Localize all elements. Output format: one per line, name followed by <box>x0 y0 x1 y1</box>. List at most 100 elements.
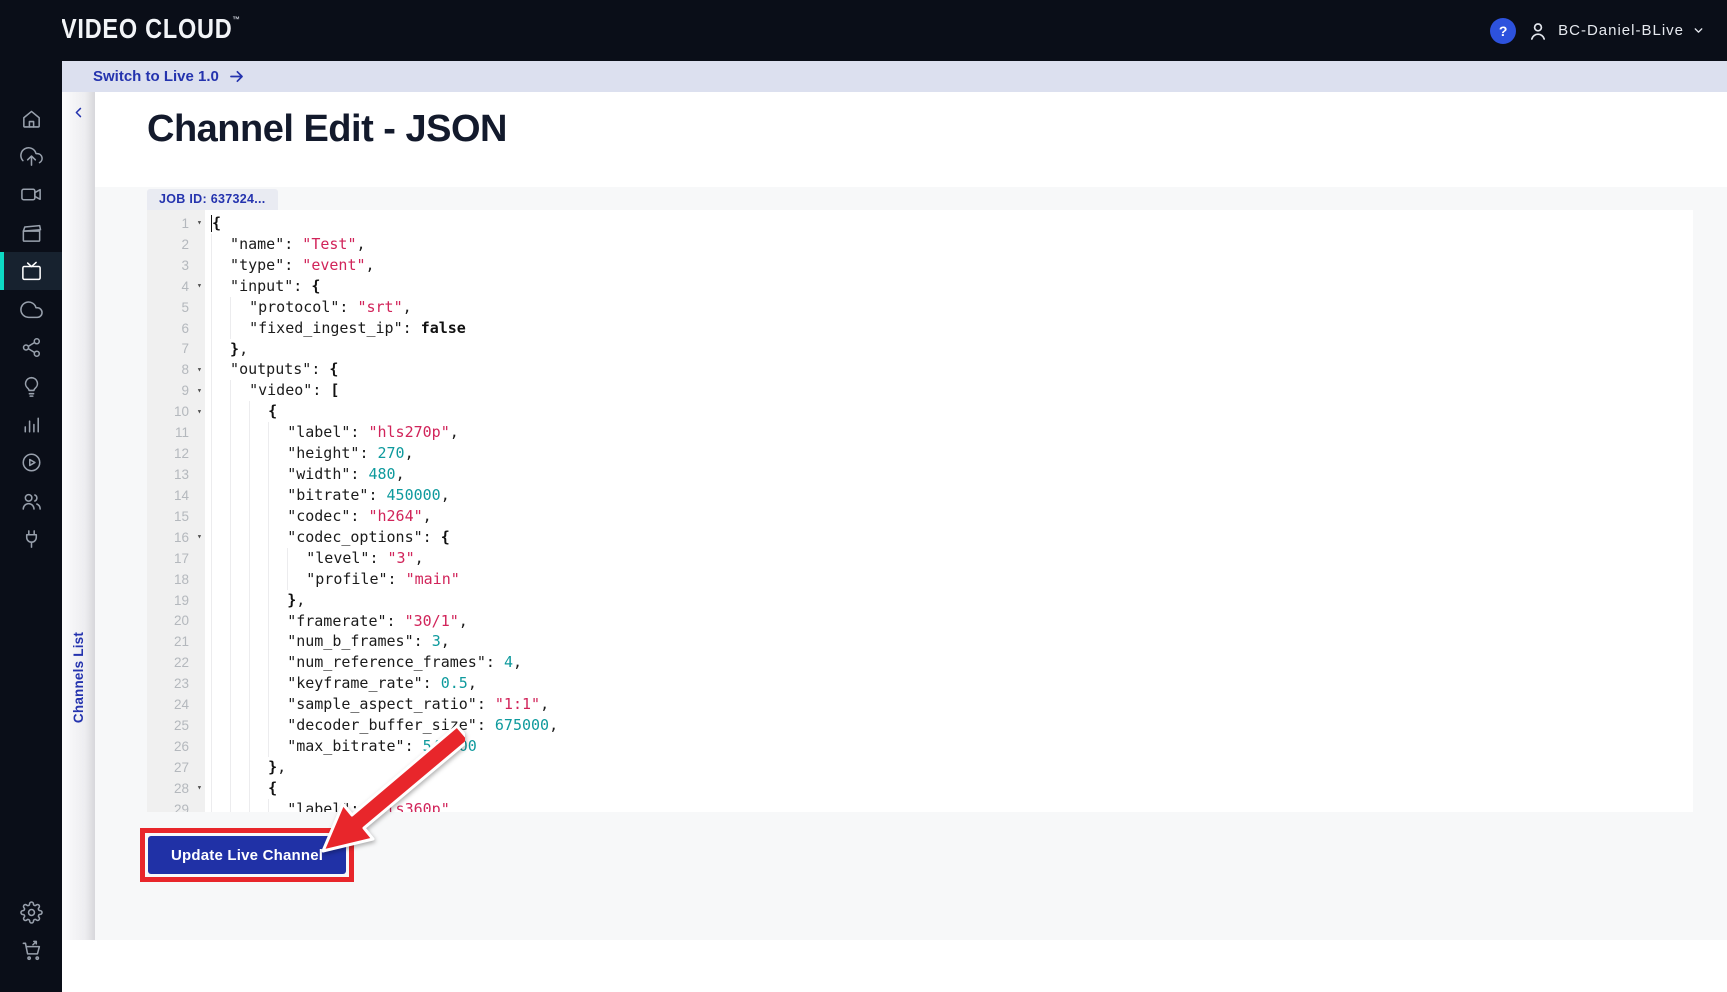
line-number: 24 <box>174 697 189 712</box>
app-root: VIDEO CLOUD™ ? BC-Daniel-BLive Switch to… <box>0 0 1727 992</box>
line-number: 25 <box>174 718 189 733</box>
sidebar-item-players[interactable] <box>0 444 62 482</box>
code-line: 24"sample_aspect_ratio": "1:1", <box>147 694 1693 715</box>
sidebar-item-home[interactable] <box>0 99 62 137</box>
account-menu[interactable]: BC-Daniel-BLive <box>1526 19 1705 43</box>
code-line: 19}, <box>147 590 1693 611</box>
code-line: 13"width": 480, <box>147 464 1693 485</box>
sidebar-item-media[interactable] <box>0 176 62 214</box>
code-line: 3"type": "event", <box>147 255 1693 276</box>
line-number: 18 <box>174 572 189 587</box>
switch-to-live-link[interactable]: Switch to Live 1.0 <box>93 61 245 92</box>
fold-arrow-icon[interactable]: ▾ <box>197 532 202 542</box>
line-number: 29 <box>174 802 189 812</box>
line-number: 15 <box>174 509 189 524</box>
code-line: 14"bitrate": 450000, <box>147 485 1693 506</box>
line-number: 22 <box>174 655 189 670</box>
line-number: 20 <box>174 613 189 628</box>
sidebar-item-settings[interactable] <box>0 893 62 931</box>
sidebar-item-playlists[interactable] <box>0 214 62 252</box>
sidebar-item-audience[interactable] <box>0 482 62 520</box>
line-number: 14 <box>174 488 189 503</box>
line-number: 27 <box>174 760 189 775</box>
share-icon <box>20 336 43 359</box>
code-line: 8▾"outputs": { <box>147 359 1693 380</box>
users-icon <box>20 490 43 513</box>
upload-cloud-icon <box>20 145 43 168</box>
chevron-down-icon <box>1692 24 1705 37</box>
user-icon <box>1526 19 1550 43</box>
sidebar-nav-bottom <box>0 893 62 970</box>
page-title: Channel Edit - JSON <box>147 108 507 151</box>
line-number: 5 <box>181 300 189 315</box>
code-line: 9▾"video": [ <box>147 380 1693 401</box>
sidebar-nav <box>0 99 62 559</box>
code-line: 12"height": 270, <box>147 443 1693 464</box>
fold-arrow-icon[interactable]: ▾ <box>197 783 202 793</box>
code-line: 10▾{ <box>147 401 1693 422</box>
account-name: BC-Daniel-BLive <box>1558 22 1684 39</box>
line-number: 1 <box>181 216 189 231</box>
tv-icon <box>20 260 43 283</box>
json-editor[interactable]: 1▾{2"name": "Test",3"type": "event",4▾"i… <box>147 210 1693 812</box>
line-number: 7 <box>181 341 189 356</box>
collapse-panel-button[interactable] <box>62 105 95 120</box>
help-button[interactable]: ? <box>1490 18 1516 44</box>
arrow-right-icon <box>228 68 245 85</box>
code-line: 21"num_b_frames": 3, <box>147 631 1693 652</box>
cart-icon <box>20 939 43 962</box>
home-icon <box>20 107 43 130</box>
line-number: 11 <box>175 425 189 440</box>
job-id-badge: JOB ID: 637324... <box>147 189 278 210</box>
fold-arrow-icon[interactable]: ▾ <box>197 407 202 417</box>
code-line: 15"codec": "h264", <box>147 506 1693 527</box>
code-line: 4▾"input": { <box>147 276 1693 297</box>
code-line: 11"label": "hls270p", <box>147 422 1693 443</box>
line-number: 10 <box>174 404 189 419</box>
channels-list-label: Channels List <box>71 631 86 722</box>
code-line: 1▾{ <box>147 213 1693 234</box>
plug-icon <box>20 528 43 551</box>
sidebar-item-social[interactable] <box>0 329 62 367</box>
sidebar <box>0 0 62 992</box>
line-number: 9 <box>181 383 189 398</box>
code-line: 7}, <box>147 339 1693 360</box>
code-line: 23"keyframe_rate": 0.5, <box>147 673 1693 694</box>
switch-to-live-label: Switch to Live 1.0 <box>93 68 219 85</box>
cloud-icon <box>20 298 43 321</box>
sidebar-item-upload[interactable] <box>0 137 62 175</box>
line-number: 17 <box>174 551 189 566</box>
code-line: 20"framerate": "30/1", <box>147 611 1693 632</box>
play-circle-icon <box>20 451 43 474</box>
fold-arrow-icon[interactable]: ▾ <box>197 281 202 291</box>
footer-area <box>95 940 1727 992</box>
sidebar-item-integrations[interactable] <box>0 520 62 558</box>
line-number: 21 <box>174 634 189 649</box>
gear-icon <box>20 901 43 924</box>
top-bar: VIDEO CLOUD™ ? BC-Daniel-BLive <box>0 0 1727 61</box>
line-number: 23 <box>174 676 189 691</box>
sidebar-item-analytics[interactable] <box>0 405 62 443</box>
line-number: 3 <box>181 258 189 273</box>
main-content: Channel Edit - JSON JOB ID: 637324... 1 ▾… <box>95 92 1727 992</box>
code-line: 6"fixed_ingest_ip": false <box>147 318 1693 339</box>
code-line: 5"protocol": "srt", <box>147 297 1693 318</box>
code-line: 17"level": "3", <box>147 548 1693 569</box>
video-cloud-logo: VIDEO CLOUD™ <box>61 14 240 46</box>
code-line: 2"name": "Test", <box>147 234 1693 255</box>
sidebar-item-marketplace[interactable] <box>0 931 62 969</box>
sidebar-item-cloud-playout[interactable] <box>0 290 62 328</box>
fold-arrow-icon[interactable]: ▾ <box>197 386 202 396</box>
line-number: 16 <box>174 530 189 545</box>
channels-list-panel: Channels List <box>62 92 95 940</box>
fold-arrow-icon[interactable]: ▾ <box>197 218 202 228</box>
switch-banner: Switch to Live 1.0 <box>62 61 1727 92</box>
sidebar-item-interactivity[interactable] <box>0 367 62 405</box>
editor-section: JOB ID: 637324... 1▾{2"name": "Test",3"t… <box>95 187 1727 940</box>
annotation-arrow <box>315 725 465 855</box>
fold-arrow-icon[interactable]: ▾ <box>197 365 202 375</box>
line-number: 19 <box>174 593 189 608</box>
sidebar-item-live[interactable] <box>0 252 62 290</box>
line-number: 13 <box>174 467 189 482</box>
trademark: ™ <box>232 15 240 25</box>
